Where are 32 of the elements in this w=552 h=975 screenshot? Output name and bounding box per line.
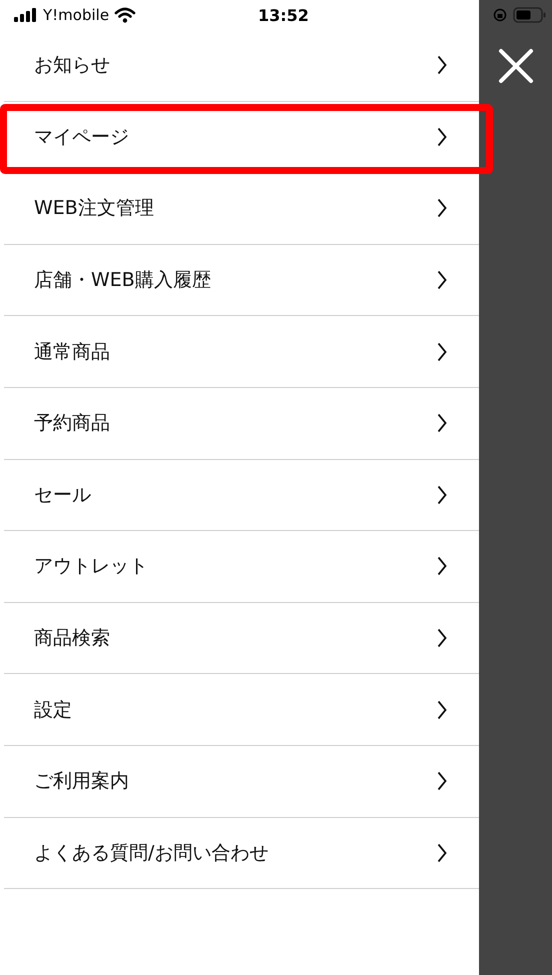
menu-item-label: お知らせ (34, 53, 111, 78)
chevron-right-icon (437, 628, 447, 648)
chevron-right-icon (437, 771, 447, 792)
signal-icon (14, 8, 38, 22)
menu-item-label: WEB注文管理 (34, 196, 155, 222)
chevron-right-icon (437, 342, 447, 362)
menu-item-label: 通常商品 (34, 340, 111, 365)
close-button[interactable] (498, 48, 534, 84)
menu-item-label: 予約商品 (34, 411, 111, 436)
chevron-right-icon (437, 55, 447, 76)
menu-item-label: アウトレット (34, 554, 149, 580)
chevron-right-icon (437, 126, 447, 147)
menu-item-label: セール (34, 482, 92, 508)
chevron-right-icon (437, 700, 447, 720)
status-time: 13:52 (258, 6, 309, 24)
carrier-name: Y!mobile (43, 6, 110, 24)
close-icon (498, 48, 534, 84)
chevron-right-icon (437, 198, 447, 218)
chevron-right-icon (437, 270, 447, 290)
battery-icon (512, 7, 546, 23)
wifi-icon (114, 7, 136, 23)
menu-item-label: ご利用案内 (34, 769, 130, 794)
chevron-right-icon (437, 556, 447, 576)
menu-item-label: よくある質問/お問い合わせ (34, 840, 270, 866)
menu-item-label: 商品検索 (34, 626, 111, 652)
menu-item-label: マイページ (34, 124, 130, 150)
menu-item-label: 設定 (34, 698, 73, 723)
menu-item-label: 店舗・WEB購入履歴 (34, 268, 212, 294)
chevron-right-icon (437, 413, 447, 434)
rotation-lock-icon (492, 8, 506, 22)
chevron-right-icon (437, 484, 447, 505)
chevron-right-icon (437, 842, 447, 863)
